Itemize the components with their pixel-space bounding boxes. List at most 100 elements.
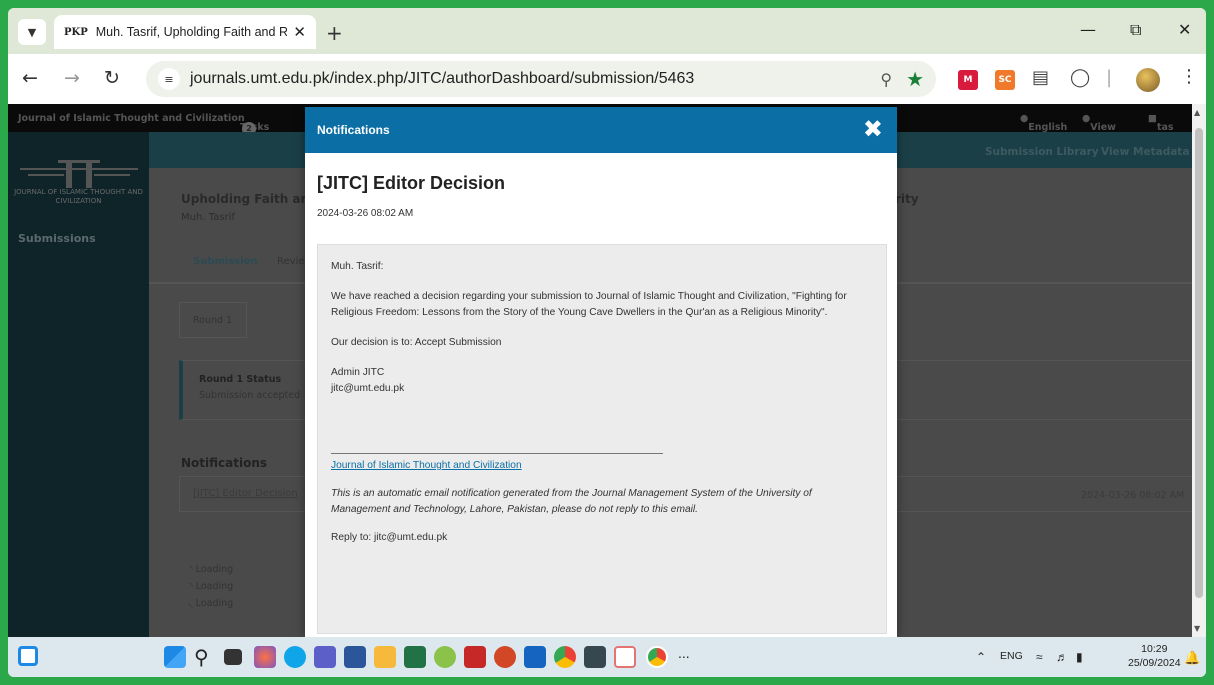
journal-link[interactable]: Journal of Islamic Thought and Civilizat… <box>331 458 874 474</box>
reader-mode-icon[interactable]: ▤ <box>1032 67 1049 88</box>
active-tab[interactable]: PKP Muh. Tasrif, Upholding Faith and Rel… <box>54 15 316 49</box>
email-sender-email: jitc@umt.edu.pk <box>331 383 405 394</box>
address-bar[interactable]: ≡ journals.umt.edu.pk/index.php/JITC/aut… <box>146 61 936 97</box>
reload-icon[interactable]: ↻ <box>104 67 120 89</box>
email-decision: Our decision is to: Accept Submission <box>331 337 502 348</box>
widgets-icon[interactable] <box>18 646 38 666</box>
task-view-icon[interactable] <box>224 649 242 665</box>
sidebar-item-submissions[interactable]: Submissions <box>18 232 96 245</box>
view-site-link[interactable]: ● View Site <box>1082 113 1116 144</box>
new-tab-plus-icon[interactable]: + <box>326 21 343 45</box>
email-body: Muh. Tasrif: We have reached a decision … <box>317 244 887 634</box>
window-close-icon[interactable]: ✕ <box>1178 20 1191 39</box>
wifi-icon[interactable]: ≈ <box>1036 650 1043 664</box>
back-arrow-icon[interactable]: ← <box>22 67 38 89</box>
notification-item-link[interactable]: [JITC] Editor Decision <box>193 488 298 499</box>
language-link[interactable]: ● English <box>1020 113 1067 133</box>
logo-text: JOURNAL OF ISLAMIC THOUGHT AND CIVILIZAT… <box>14 188 143 205</box>
view-metadata-link[interactable]: View Metadata <box>1101 146 1189 158</box>
loading-1-label: Loading <box>195 564 234 575</box>
pkp-favicon-icon: PKP <box>64 26 88 38</box>
search-icon[interactable]: ⚲ <box>194 646 216 668</box>
start-windows-icon[interactable] <box>164 646 186 668</box>
submission-library-link[interactable]: Submission Library <box>985 146 1099 158</box>
round-status-value: Submission accepted <box>199 390 301 401</box>
loading-3-label: Loading <box>195 598 234 609</box>
tab-strip: ▼ PKP Muh. Tasrif, Upholding Faith and R… <box>8 8 1206 54</box>
email-footer-note: This is an automatic email notification … <box>331 488 812 515</box>
loading-3: ◟ Loading <box>189 598 234 609</box>
email-date: 2024-03-26 08:02 AM <box>317 208 414 219</box>
page-scrollbar[interactable]: ▲ ▼ <box>1192 104 1206 637</box>
powerpoint-icon[interactable] <box>494 646 516 668</box>
sc-extension-icon[interactable]: SC <box>995 70 1015 90</box>
windows-taskbar: ⚲ ... ⌃ ENG ≈ ♬ ▮ 10:29 25/09/2024 🔔 <box>8 637 1206 677</box>
round-status-title: Round 1 Status <box>199 374 282 385</box>
round-tab-label: Round 1 <box>193 315 233 326</box>
clock-time: 10:29 <box>1141 643 1168 655</box>
loading-2: ◝ Loading <box>189 581 234 592</box>
email-divider <box>331 453 663 454</box>
notification-modal: Notifications ✖ [JITC] Editor Decision 2… <box>305 107 897 637</box>
modal-close-icon[interactable]: ✖ <box>863 117 883 141</box>
copilot-icon[interactable] <box>254 646 276 668</box>
email-greeting: Muh. Tasrif: <box>331 261 384 272</box>
bookmark-star-icon[interactable]: ★ <box>906 67 924 91</box>
app-blue-icon[interactable] <box>524 646 546 668</box>
loading-1: ◝ Loading <box>189 564 234 575</box>
url-text[interactable]: journals.umt.edu.pk/index.php/JITC/autho… <box>190 70 880 88</box>
profile-avatar[interactable] <box>1136 68 1160 92</box>
page-viewport: Journal of Islamic Thought and Civilizat… <box>8 104 1206 637</box>
journal-name-link[interactable]: Journal of Islamic Thought and Civilizat… <box>18 113 245 124</box>
mendeley-icon[interactable] <box>464 646 486 668</box>
clock[interactable]: 10:29 25/09/2024 <box>1128 642 1181 670</box>
app-leaf-icon[interactable] <box>434 646 456 668</box>
site-info-icon[interactable]: ≡ <box>158 68 180 90</box>
word-icon[interactable] <box>344 646 366 668</box>
modal-title: Notifications <box>317 123 390 137</box>
loading-2-label: Loading <box>195 581 234 592</box>
notification-bell-icon[interactable]: 🔔 <box>1184 650 1200 666</box>
email-reply-to: Reply to: jitc@umt.edu.pk <box>331 532 448 543</box>
scroll-up-icon[interactable]: ▲ <box>1194 108 1200 117</box>
battery-icon[interactable]: ▮ <box>1076 650 1083 664</box>
minimize-icon[interactable]: — <box>1080 20 1096 39</box>
notifications-heading: Notifications <box>181 456 268 470</box>
tab-title: Muh. Tasrif, Upholding Faith and Relig <box>95 25 288 39</box>
scroll-down-icon[interactable]: ▼ <box>1194 624 1200 633</box>
forward-arrow-icon[interactable]: → <box>64 67 80 89</box>
email-sender-name: Admin JITC <box>331 367 385 378</box>
teams-icon[interactable] <box>314 646 336 668</box>
clock-date: 25/09/2024 <box>1128 657 1181 669</box>
sidebar: JOURNAL OF ISLAMIC THOUGHT AND CIVILIZAT… <box>8 132 149 637</box>
excel-icon[interactable] <box>404 646 426 668</box>
tab-submission[interactable]: Submission <box>193 256 258 267</box>
volume-icon[interactable]: ♬ <box>1056 650 1068 664</box>
edge-icon[interactable] <box>284 646 306 668</box>
user-menu[interactable]: ■ tas <box>1148 113 1174 133</box>
snipping-tool-icon[interactable] <box>614 646 636 668</box>
submission-author: Muh. Tasrif <box>181 212 235 223</box>
chrome-profile-icon[interactable] <box>646 646 668 668</box>
mendeley-extension-icon[interactable]: M <box>958 70 978 90</box>
scrollbar-thumb[interactable] <box>1195 128 1203 598</box>
chevron-up-icon[interactable]: ⌃ <box>976 650 986 664</box>
toolbar-divider: | <box>1106 67 1113 88</box>
file-explorer-icon[interactable] <box>374 646 396 668</box>
browser-window: ▼ PKP Muh. Tasrif, Upholding Faith and R… <box>8 8 1206 677</box>
modal-header: Notifications ✖ <box>305 107 897 153</box>
chrome-icon[interactable] <box>554 646 576 668</box>
browser-menu-icon[interactable]: ⋮ <box>1180 66 1198 87</box>
more-apps-icon[interactable]: ... <box>678 645 690 661</box>
notification-date: 2024-03-26 08:02 AM <box>1081 490 1185 501</box>
input-language[interactable]: ENG <box>1000 650 1023 662</box>
submission-title-suffix: rity <box>895 192 919 206</box>
tab-close-icon[interactable]: ✕ <box>293 23 306 41</box>
extensions-puzzle-icon[interactable]: ◯ <box>1070 67 1090 88</box>
zoom-icon[interactable]: ⚲ <box>880 70 892 89</box>
email-subject: [JITC] Editor Decision <box>317 173 506 193</box>
app-dark-icon[interactable] <box>584 646 606 668</box>
restore-icon[interactable]: ⧉ <box>1130 20 1141 40</box>
browser-toolbar: ← → ↻ ≡ journals.umt.edu.pk/index.php/JI… <box>8 54 1206 104</box>
tab-search-chevron-icon[interactable]: ▼ <box>18 19 46 45</box>
